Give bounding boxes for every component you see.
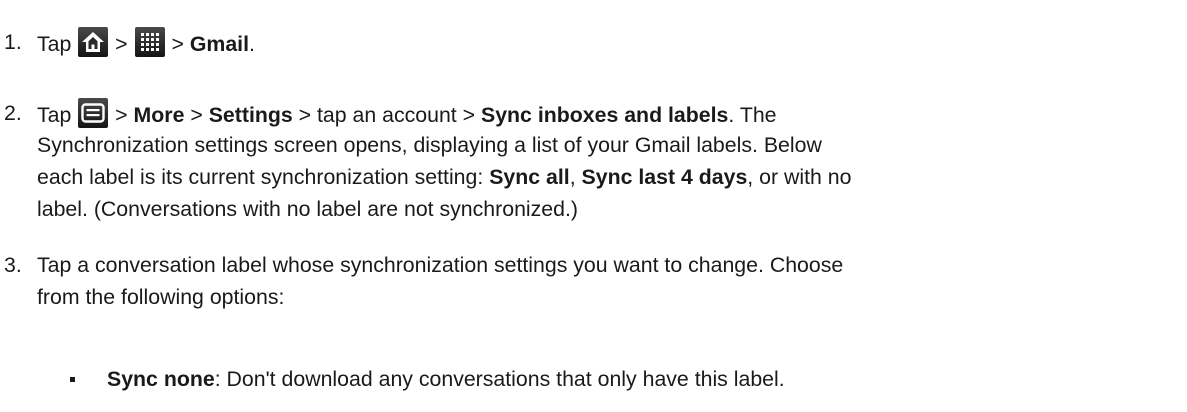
step-3-line-2: from the following options: [37,285,285,309]
step-2-line-4: label. (Conversations with no label are … [37,197,578,221]
line-tail: . The [728,103,777,127]
step-number: 3. [4,253,22,277]
step-2-line-2: Synchronization settings screen opens, d… [37,133,822,157]
sync-last-4-days-label: Sync last 4 days [581,165,748,189]
sync-none-label: Sync none [107,367,215,391]
home-icon [78,27,109,57]
setting-text: each label is its current synchronizatio… [37,165,490,189]
step-number: 2. [4,101,22,125]
tap-account-text: > tap an account > [292,103,481,127]
separator: > [184,103,209,127]
comma: , [569,165,582,189]
step-3-line-1: Tap a conversation label whose synchroni… [37,253,844,277]
apps-grid-icon [134,27,165,57]
or-no-label-text: , or with no [747,165,852,189]
separator: > [109,103,134,127]
option-sync-none: Sync none: Don't download any conversati… [107,364,785,394]
sync-inboxes-label: Sync inboxes and labels [481,103,729,127]
bullet-icon [70,377,75,382]
settings-label: Settings [208,103,293,127]
sync-all-label: Sync all [489,165,570,189]
separator: > [165,32,190,56]
gmail-label: Gmail [189,32,250,56]
more-label: More [133,103,185,127]
step-1-line: Tap > > Gmail. [37,27,255,59]
step-number: 1. [4,30,22,54]
step-2-line-1: Tap > More > Settings > tap an account >… [37,98,777,130]
separator: > [109,32,134,56]
tap-text: Tap [37,32,72,56]
menu-icon [78,98,109,128]
step-2-line-3: each label is its current synchronizatio… [37,162,851,192]
period: . [249,32,255,56]
option-description: : Don't download any conversations that … [214,367,785,391]
tap-text: Tap [37,103,72,127]
